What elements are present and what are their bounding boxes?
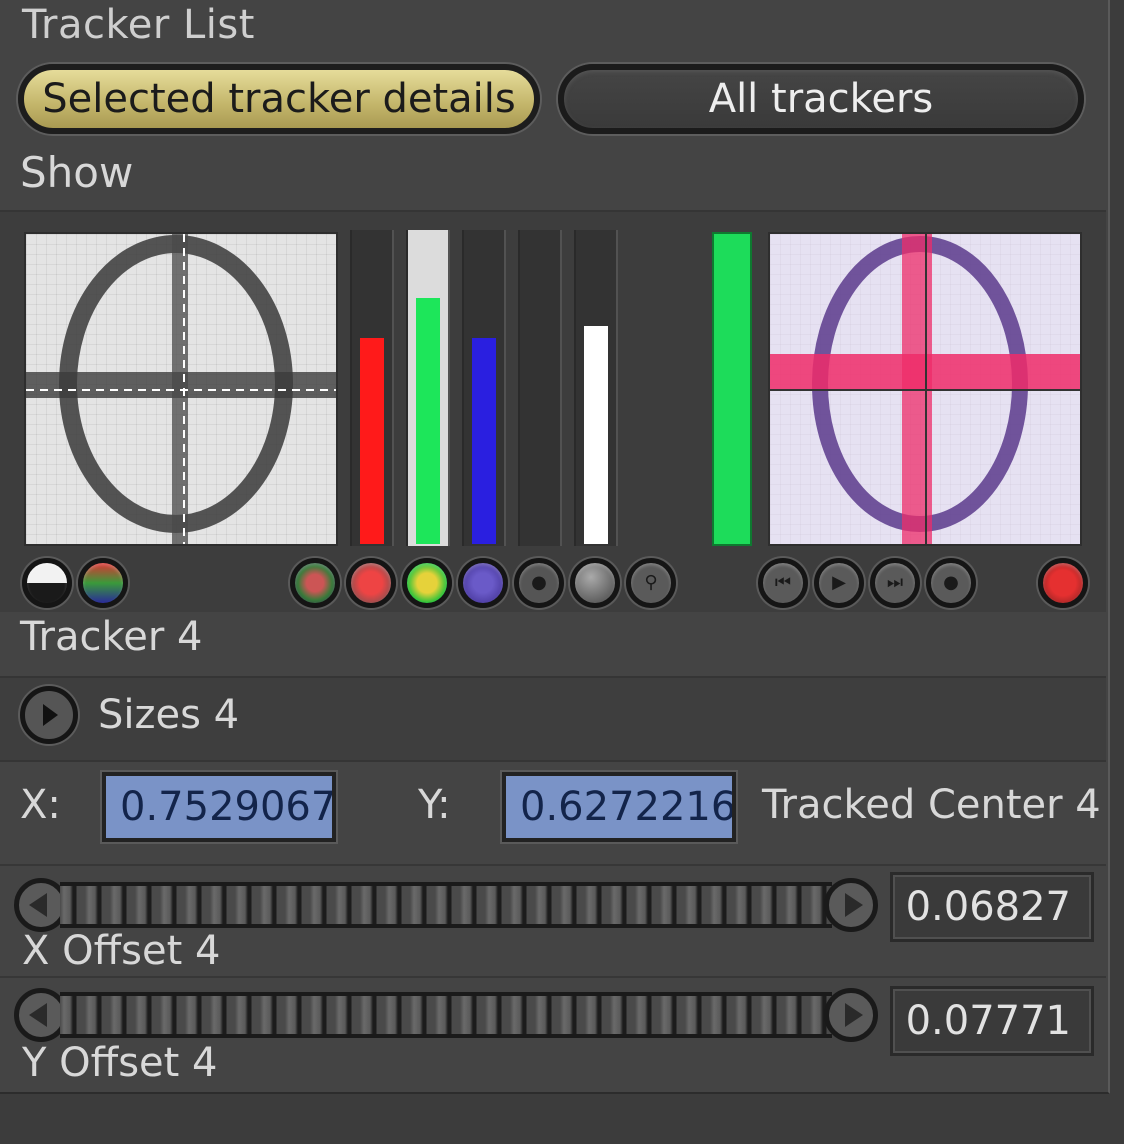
tracker-patch-grayscale[interactable] (24, 232, 338, 546)
x-offset-label: X Offset 4 (22, 928, 221, 974)
blue-channel-button[interactable] (458, 558, 508, 608)
stop-button[interactable]: ● (926, 558, 976, 608)
increment-arrow-icon[interactable] (824, 988, 878, 1042)
red-channel-meter (350, 230, 394, 546)
step-back-button[interactable]: ⏮ (758, 558, 808, 608)
color-target-pattern-graphic (770, 234, 1080, 544)
y-center-field[interactable]: 0.6272216 (502, 772, 736, 842)
white-channel-meter (574, 230, 618, 546)
play-icon: ▶ (832, 572, 846, 593)
target-pattern-graphic (26, 234, 336, 544)
y-center-label: Y: (418, 782, 451, 828)
green-channel-meter (406, 230, 450, 546)
green-channel-button[interactable] (402, 558, 452, 608)
divider (0, 976, 1106, 978)
dot-icon: ● (531, 572, 547, 593)
record-button[interactable] (1038, 558, 1088, 608)
grayscale-display-button[interactable] (22, 558, 72, 608)
match-quality-bar (712, 232, 752, 546)
increment-arrow-icon[interactable] (824, 878, 878, 932)
slider-thumbwheel[interactable] (60, 882, 832, 928)
y-offset-slider[interactable] (14, 988, 878, 1042)
play-button[interactable]: ▶ (814, 558, 864, 608)
red-meter-fill (360, 338, 384, 544)
rgb-channel-button[interactable] (290, 558, 340, 608)
step-back-icon: ⏮ (774, 572, 792, 593)
all-trackers-tab[interactable]: All trackers (558, 64, 1084, 134)
x-center-label: X: (20, 782, 61, 828)
tracker-name-label: Tracker 4 (20, 614, 203, 660)
divider (0, 864, 1106, 866)
sizes-label: Sizes 4 (98, 692, 240, 738)
show-label: Show (20, 148, 134, 197)
x-offset-slider[interactable] (14, 878, 878, 932)
x-center-field[interactable]: 0.7529067 (102, 772, 336, 842)
red-channel-button[interactable] (346, 558, 396, 608)
y-offset-label: Y Offset 4 (22, 1040, 218, 1086)
sizes-expand-button[interactable] (20, 686, 78, 744)
slider-thumbwheel[interactable] (60, 992, 832, 1038)
empty-meter (518, 230, 562, 546)
color-display-button[interactable] (78, 558, 128, 608)
step-forward-icon: ⏭ (886, 572, 904, 593)
luminance-button[interactable] (570, 558, 620, 608)
triangle-right-icon (43, 704, 58, 726)
step-forward-button[interactable]: ⏭ (870, 558, 920, 608)
tracked-center-label: Tracked Center 4 (762, 782, 1101, 828)
blue-meter-fill (472, 338, 496, 544)
stop-icon: ● (943, 572, 959, 593)
panel-title: Tracker List (22, 2, 255, 48)
blue-channel-meter (462, 230, 506, 546)
green-meter-fill (416, 298, 440, 544)
selected-tracker-details-tab[interactable]: Selected tracker details (18, 64, 540, 134)
tracker-patch-color[interactable] (768, 232, 1082, 546)
white-meter-fill (584, 326, 608, 544)
x-offset-value[interactable]: 0.06827 (890, 872, 1094, 942)
pin-button[interactable]: ⚲ (626, 558, 676, 608)
pin-icon: ⚲ (644, 572, 658, 593)
tracker-panel: Tracker List Selected tracker details Al… (0, 0, 1110, 1094)
alpha-channel-button[interactable]: ● (514, 558, 564, 608)
y-offset-value[interactable]: 0.07771 (890, 986, 1094, 1056)
